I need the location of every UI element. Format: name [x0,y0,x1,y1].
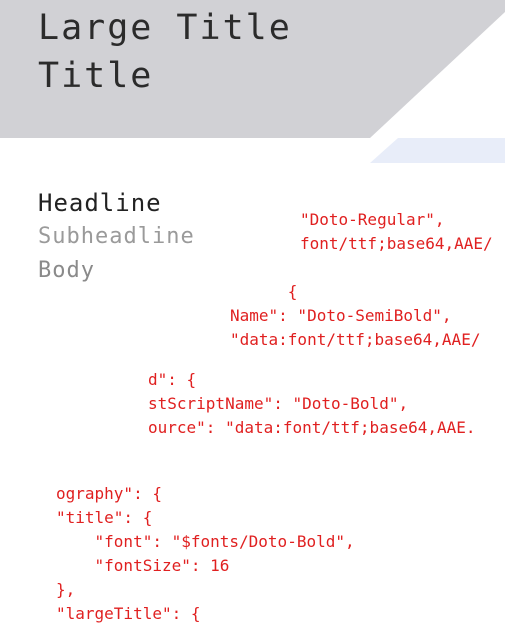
code-block-bold: d": { stScriptName": "Doto-Bold", ource": … [148,368,476,440]
code-line: { [230,282,298,301]
headline-sample: Headline [38,189,162,217]
code-line: "Doto-Regular", [300,210,445,229]
code-line: "data:font/ttf;base64,AAE/ [230,330,481,349]
title-sample: Title [38,56,154,96]
large-title-sample: Large Title [38,8,292,48]
code-block-semibold: { Name": "Doto-SemiBold", "data:font/ttf;b… [230,280,480,352]
code-line: ource": "data:font/ttf;base64,AAE. [148,418,476,437]
code-line: ography": { [56,484,162,503]
code-line: font/ttf;base64,AAE/ [300,234,493,253]
code-line: stScriptName": "Doto-Bold", [148,394,409,413]
text-styles-list: Headline Subheadline Body [38,186,195,288]
decorative-stripe [370,138,505,163]
code-line: "title": { [56,508,153,527]
code-line: Name": "Doto-SemiBold", [230,306,452,325]
code-line: "largeTitle": { [56,604,201,623]
code-line: }, [56,580,76,599]
code-block-typography: ography": { "title": { "font": "$fonts/Do… [56,482,355,626]
code-line: d": { [148,370,197,389]
subheadline-sample: Subheadline [38,224,195,249]
code-line: "font": "$fonts/Doto-Bold", [56,532,355,551]
body-sample: Body [38,258,95,283]
code-block-regular: "Doto-Regular", font/ttf;base64,AAE/ [300,208,493,256]
code-line: "fontSize": 16 [56,556,230,575]
